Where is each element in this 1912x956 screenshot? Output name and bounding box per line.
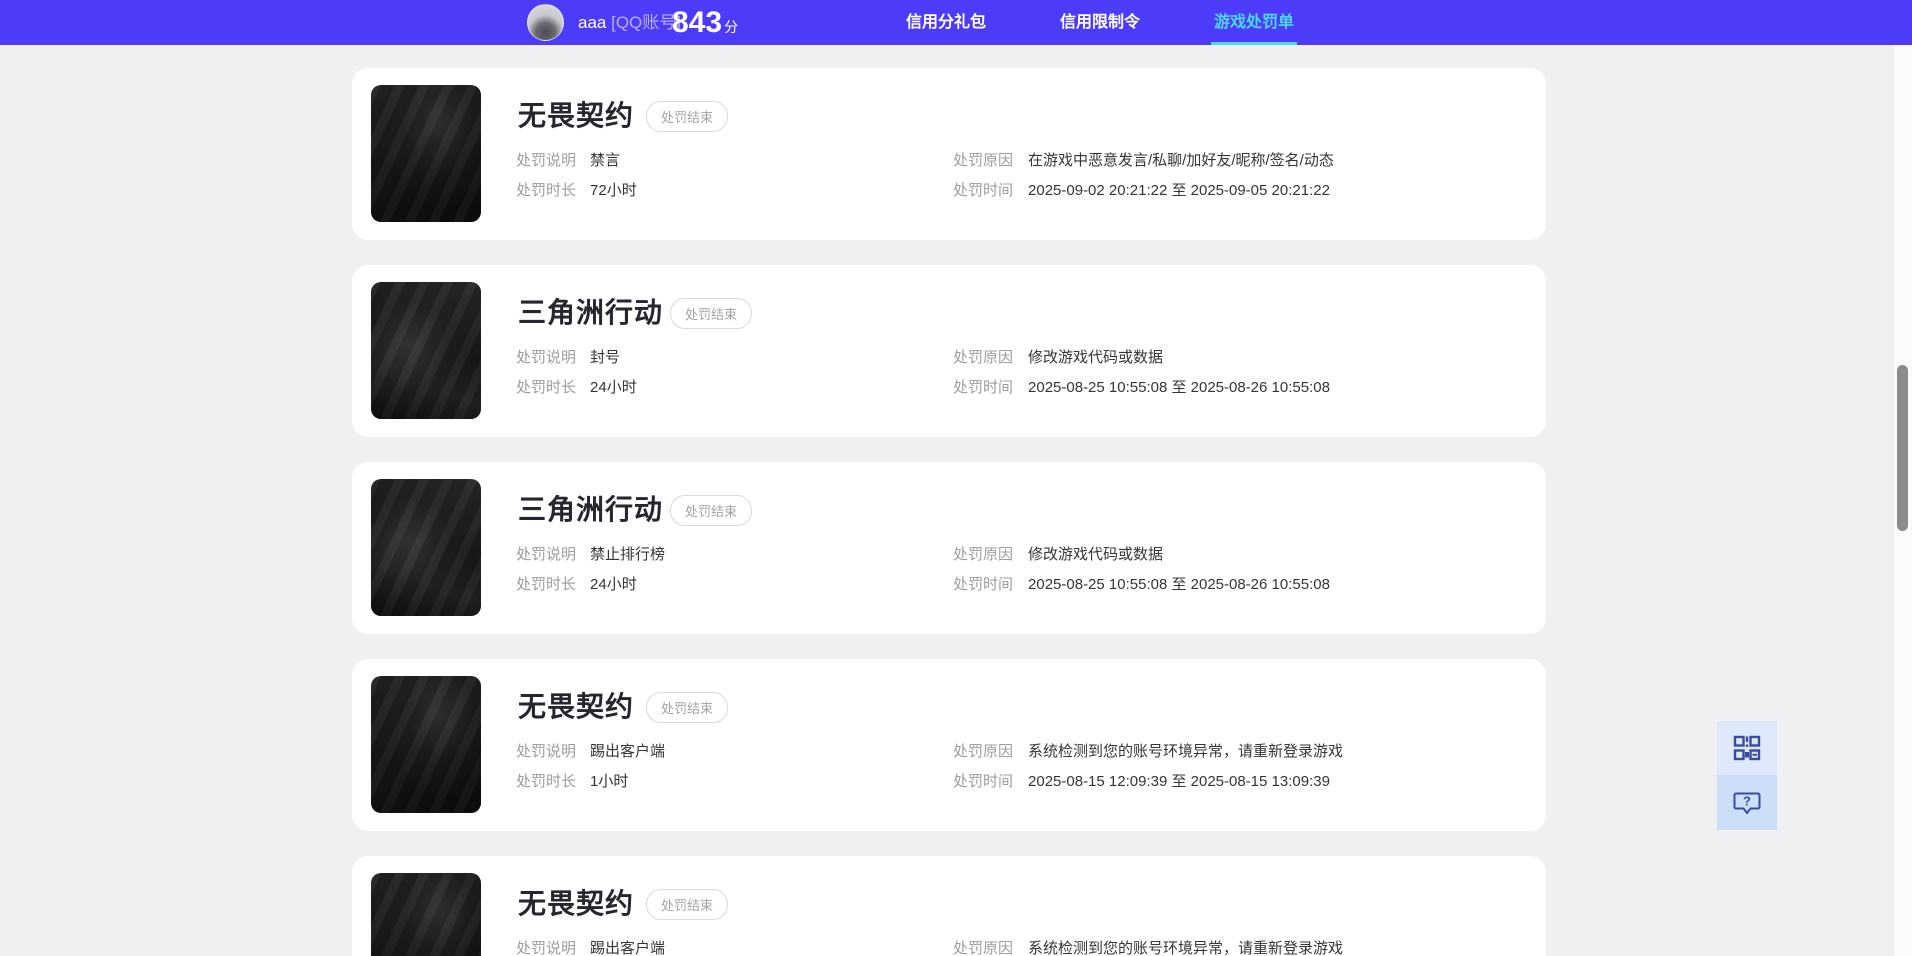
time-label: 处罚时间 (953, 576, 1014, 593)
punishment-desc-row: 处罚说明 禁止排行榜 (516, 543, 665, 564)
desc-value: 踢出客户端 (590, 743, 666, 760)
punishment-card: 无畏契约 处罚结束 处罚说明 踢出客户端 处罚时长 1小时 处罚原因 系统检测到您的账… (352, 659, 1546, 831)
time-label: 处罚时间 (953, 379, 1014, 396)
time-value: 2025-08-15 12:09:39 至 2025-08-15 13:09:3… (1028, 773, 1330, 790)
duration-label: 处罚时长 (516, 182, 577, 199)
game-thumbnail (371, 282, 481, 419)
tab-credit-restriction[interactable]: 信用限制令 (1040, 0, 1160, 45)
duration-value: 24小时 (590, 379, 637, 396)
time-value: 2025-08-25 10:55:08 至 2025-08-26 10:55:0… (1028, 576, 1330, 593)
punishment-desc-row: 处罚说明 踢出客户端 (516, 740, 665, 761)
credit-score-unit: 分 (724, 19, 739, 35)
desc-label: 处罚说明 (516, 743, 577, 760)
account-type: [QQ账号] (611, 13, 682, 32)
game-thumbnail (371, 873, 481, 956)
punishment-reason-row: 处罚原因 修改游戏代码或数据 (953, 346, 1163, 367)
reason-value: 系统检测到您的账号环境异常，请重新登录游戏 (1028, 743, 1344, 760)
qr-code-icon (1733, 734, 1761, 762)
desc-label: 处罚说明 (516, 940, 577, 956)
duration-label: 处罚时长 (516, 379, 577, 396)
punishment-card: 三角洲行动 处罚结束 处罚说明 禁止排行榜 处罚时长 24小时 处罚原因 修改游戏代码… (352, 462, 1546, 634)
tab-credit-gift[interactable]: 信用分礼包 (886, 0, 1006, 45)
credit-score: 843 分 (672, 0, 738, 45)
duration-value: 24小时 (590, 576, 637, 593)
punishment-card: 无畏契约 处罚结束 处罚说明踢出客户端 处罚时长 处罚原因系统检测到您的账号环境… (352, 856, 1546, 956)
reason-label: 处罚原因 (953, 349, 1014, 366)
reason-label: 处罚原因 (953, 152, 1014, 169)
punishment-time-row: 处罚时间 2025-08-15 12:09:39 至 2025-08-15 13:… (953, 770, 1330, 791)
punishment-desc-row: 处罚说明 禁言 (516, 149, 620, 170)
scrollbar-thumb[interactable] (1897, 365, 1908, 531)
reason-value: 修改游戏代码或数据 (1028, 546, 1164, 563)
scrollbar-track[interactable] (1894, 45, 1912, 956)
punishment-reason-row: 处罚原因 系统检测到您的账号环境异常，请重新登录游戏 (953, 740, 1343, 761)
reason-value: 在游戏中恶意发言/私聊/加好友/昵称/签名/动态 (1028, 152, 1334, 169)
punishment-desc-row: 处罚说明 踢出客户端 (516, 937, 665, 956)
duration-value: 72小时 (590, 182, 637, 199)
punishment-time-row: 处罚时间 2025-09-02 20:21:22 至 2025-09-05 20:… (953, 179, 1330, 200)
game-thumbnail (371, 479, 481, 616)
credit-score-value: 843 (672, 6, 723, 39)
game-title: 无畏契约 (518, 888, 635, 919)
punishment-duration-row: 处罚时长 24小时 (516, 376, 637, 397)
user-name: aaa [QQ账号] (578, 0, 681, 45)
desc-value: 封号 (590, 349, 621, 366)
desc-label: 处罚说明 (516, 546, 577, 563)
top-header: aaa [QQ账号] 843 分 信用分礼包 信用限制令 游戏处罚单 (0, 0, 1912, 45)
time-label: 处罚时间 (953, 773, 1014, 790)
punishment-duration-row: 处罚时长 24小时 (516, 573, 637, 594)
status-badge: 处罚结束 (670, 495, 753, 526)
desc-value: 禁言 (590, 152, 621, 169)
game-title: 三角洲行动 (518, 297, 664, 328)
reason-value: 修改游戏代码或数据 (1028, 349, 1164, 366)
punishment-duration-row: 处罚时长 1小时 (516, 770, 628, 791)
game-title: 三角洲行动 (518, 494, 664, 525)
desc-label: 处罚说明 (516, 349, 577, 366)
reason-label: 处罚原因 (953, 940, 1014, 956)
game-title: 无畏契约 (518, 100, 635, 131)
punishment-desc-row: 处罚说明 封号 (516, 346, 620, 367)
status-badge: 处罚结束 (646, 889, 729, 920)
status-badge: 处罚结束 (646, 101, 729, 132)
user-nickname: aaa (578, 13, 607, 32)
tab-game-punishment[interactable]: 游戏处罚单 (1194, 0, 1314, 45)
punishment-card: 无畏契约 处罚结束 处罚说明 禁言 处罚时长 72小时 处罚原因 在游戏中恶意发言/私… (352, 68, 1546, 240)
punishment-time-row: 处罚时间 2025-08-25 10:55:08 至 2025-08-26 10:… (953, 376, 1330, 397)
desc-value: 禁止排行榜 (590, 546, 666, 563)
help-bubble-icon: ? (1732, 788, 1762, 818)
duration-label: 处罚时长 (516, 773, 577, 790)
user-avatar (527, 4, 564, 41)
time-value: 2025-09-02 20:21:22 至 2025-09-05 20:21:2… (1028, 182, 1330, 199)
punishment-time-row: 处罚时间 2025-08-25 10:55:08 至 2025-08-26 10:… (953, 573, 1330, 594)
game-title: 无畏契约 (518, 691, 635, 722)
punishment-reason-row: 处罚原因 在游戏中恶意发言/私聊/加好友/昵称/签名/动态 (953, 149, 1334, 170)
duration-value: 1小时 (590, 773, 629, 790)
svg-text:?: ? (1743, 793, 1751, 808)
help-feedback-button[interactable]: ? (1717, 775, 1777, 830)
punishment-reason-row: 处罚原因 修改游戏代码或数据 (953, 543, 1163, 564)
time-label: 处罚时间 (953, 182, 1014, 199)
status-badge: 处罚结束 (646, 692, 729, 723)
duration-label: 处罚时长 (516, 576, 577, 593)
qr-code-button[interactable] (1717, 721, 1777, 775)
punishment-card: 三角洲行动 处罚结束 处罚说明 封号 处罚时长 24小时 处罚原因 修改游戏代码或数据… (352, 265, 1546, 437)
game-thumbnail (371, 676, 481, 813)
punishment-duration-row: 处罚时长 72小时 (516, 179, 637, 200)
reason-label: 处罚原因 (953, 743, 1014, 760)
status-badge: 处罚结束 (670, 298, 753, 329)
reason-label: 处罚原因 (953, 546, 1014, 563)
desc-label: 处罚说明 (516, 152, 577, 169)
desc-value: 踢出客户端 (590, 940, 666, 956)
reason-value: 系统检测到您的账号环境异常，请重新登录游戏 (1028, 940, 1344, 956)
game-thumbnail (371, 85, 481, 222)
punishment-list: 无畏契约 处罚结束 处罚说明 禁言 处罚时长 72小时 处罚原因 在游戏中恶意发言/私… (352, 68, 1546, 956)
punishment-reason-row: 处罚原因 系统检测到您的账号环境异常，请重新登录游戏 (953, 937, 1343, 956)
time-value: 2025-08-25 10:55:08 至 2025-08-26 10:55:0… (1028, 379, 1330, 396)
